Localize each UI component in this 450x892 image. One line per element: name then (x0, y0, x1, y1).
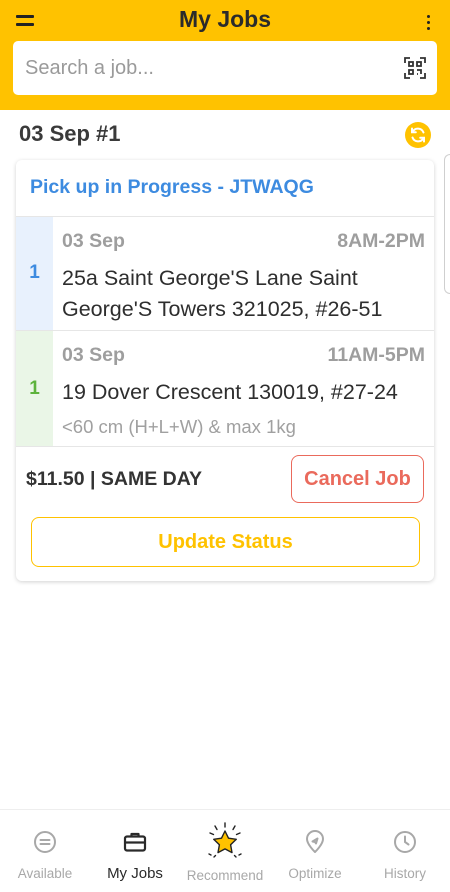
stop-date: 03 Sep (62, 344, 125, 366)
date-heading: 03 Sep #1 (19, 121, 121, 146)
dropoff-stop[interactable]: 1 03 Sep 11AM-5PM 19 Dover Crescent 1300… (16, 331, 434, 446)
address-line: George'S Towers 321025, #26-51 (62, 297, 383, 321)
stop-time-window: 8AM-2PM (337, 230, 425, 252)
job-card[interactable]: Pick up in Progress - JTWAQG 1 03 Sep 8A… (16, 160, 434, 581)
scroll-indicator[interactable] (444, 154, 450, 294)
stop-address: 19 Dover Crescent 130019, #27-24 (62, 380, 398, 404)
job-price: $11.50 | SAME DAY (26, 468, 202, 490)
update-status-button[interactable]: Update Status (31, 517, 420, 567)
stop-number: 1 (29, 378, 40, 399)
divider (16, 446, 434, 447)
nav-item-optimize[interactable]: Optimize (270, 810, 360, 892)
nav-label: My Jobs (107, 865, 163, 882)
qr-scan-icon[interactable] (404, 57, 426, 79)
pickup-stop[interactable]: 1 03 Sep 8AM-2PM 25a Saint George'S Lane… (16, 217, 434, 330)
nav-label: Optimize (288, 866, 342, 881)
stop-time-window: 11AM-5PM (327, 344, 425, 366)
nav-label: Recommend (186, 868, 264, 883)
refresh-icon[interactable] (405, 122, 431, 148)
more-options-icon[interactable] (424, 12, 434, 32)
page-title: My Jobs (178, 6, 272, 32)
clock-icon (393, 830, 417, 854)
list-circle-icon (33, 830, 57, 854)
nav-item-my-jobs[interactable]: My Jobs (90, 810, 180, 892)
star-icon (205, 820, 245, 860)
stop-date: 03 Sep (62, 230, 125, 252)
nav-item-history[interactable]: History (360, 810, 450, 892)
stop-address: 25a Saint George'S Lane Saint George'S T… (62, 263, 432, 325)
search-box (13, 41, 437, 95)
app-header: My Jobs (0, 0, 450, 110)
bottom-nav: Available My Jobs Recommend Optimize His… (0, 809, 450, 892)
address-line: 25a Saint George'S Lane Saint (62, 266, 358, 290)
nav-item-available[interactable]: Available (0, 810, 90, 892)
cancel-job-button[interactable]: Cancel Job (291, 455, 424, 503)
job-status-title[interactable]: Pick up in Progress - JTWAQG (30, 176, 314, 199)
briefcase-icon (123, 830, 147, 854)
nav-label: Available (17, 866, 73, 881)
nav-label: History (383, 866, 426, 881)
package-size-note: <60 cm (H+L+W) & max 1kg (62, 416, 296, 437)
stop-number: 1 (29, 262, 40, 283)
nav-item-recommend[interactable]: Recommend (180, 810, 270, 892)
search-input[interactable] (13, 41, 383, 95)
route-pin-icon (303, 830, 327, 854)
